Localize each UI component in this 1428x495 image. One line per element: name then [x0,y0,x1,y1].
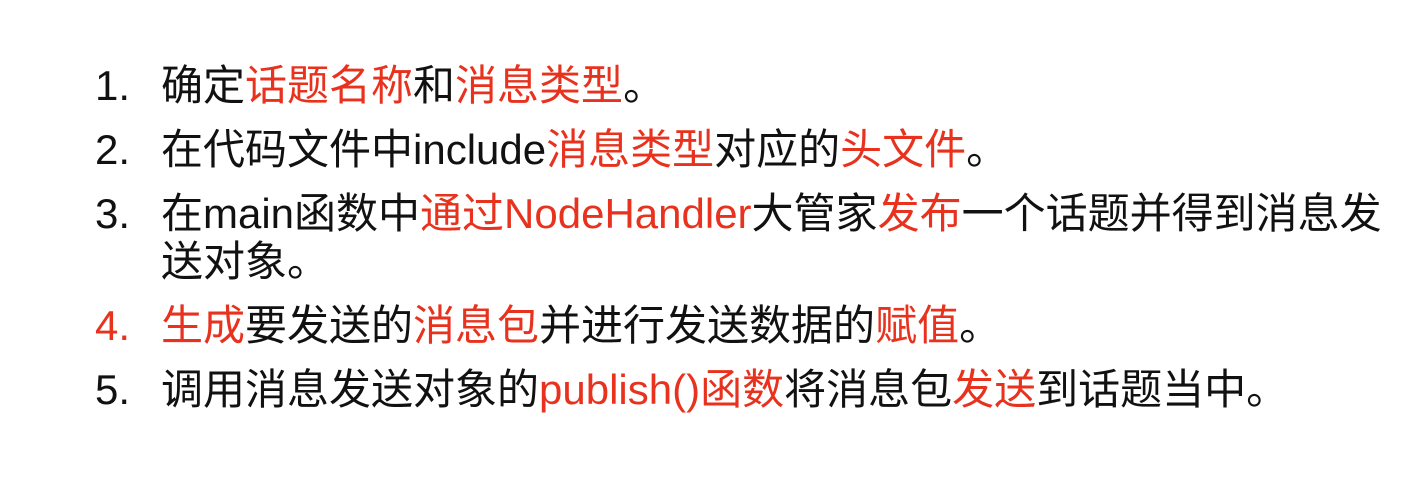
text-segment: 到话题当中。 [1036,366,1289,413]
highlighted-text: publish()函数 [539,366,785,413]
list-item: 1. 确定话题名称和消息类型。 [95,62,1386,110]
list-number: 4. [95,302,131,349]
highlighted-text: 发布 [877,190,962,237]
text-segment: 。 [623,62,666,109]
list-number: 2. [95,126,131,173]
text-segment: 。 [966,126,1009,173]
list-number: 5. [95,366,131,413]
text-segment: 并进行发送数据的 [539,302,876,349]
highlighted-text: 消息类型 [546,126,715,173]
highlighted-text: 话题名称 [245,62,414,109]
text-segment: 调用消息发送对象的 [161,366,540,413]
text-segment: 在main函数中 [161,190,421,237]
highlighted-text: 生成 [161,302,246,349]
text-segment: 。 [959,302,1002,349]
list-item: 5. 调用消息发送对象的publish()函数将消息包发送到话题当中。 [95,366,1386,414]
list-number: 1. [95,62,131,109]
highlighted-text: 赋值 [875,302,960,349]
text-segment: 将消息包 [784,366,953,413]
highlighted-text: 消息包 [413,302,540,349]
list-item: 4. 生成要发送的消息包并进行发送数据的赋值。 [95,302,1386,350]
highlighted-text: 通过NodeHandler [420,190,752,237]
list-item: 2. 在代码文件中include消息类型对应的头文件。 [95,126,1386,174]
list-number: 3. [95,190,131,237]
highlighted-text: 发送 [952,366,1037,413]
text-segment: 确定 [161,62,246,109]
text-segment: 对应的 [714,126,841,173]
list-item: 3. 在main函数中通过NodeHandler大管家发布一个话题并得到消息发送对… [95,190,1386,286]
text-segment: 要发送的 [245,302,414,349]
text-segment: 在代码文件中include [161,126,547,173]
highlighted-text: 头文件 [840,126,967,173]
numbered-step-list: 1. 确定话题名称和消息类型。 2. 在代码文件中include消息类型对应的头文件。… [95,62,1386,430]
highlighted-text: 消息类型 [455,62,624,109]
text-segment: 和 [413,62,456,109]
text-segment: 大管家 [751,190,878,237]
